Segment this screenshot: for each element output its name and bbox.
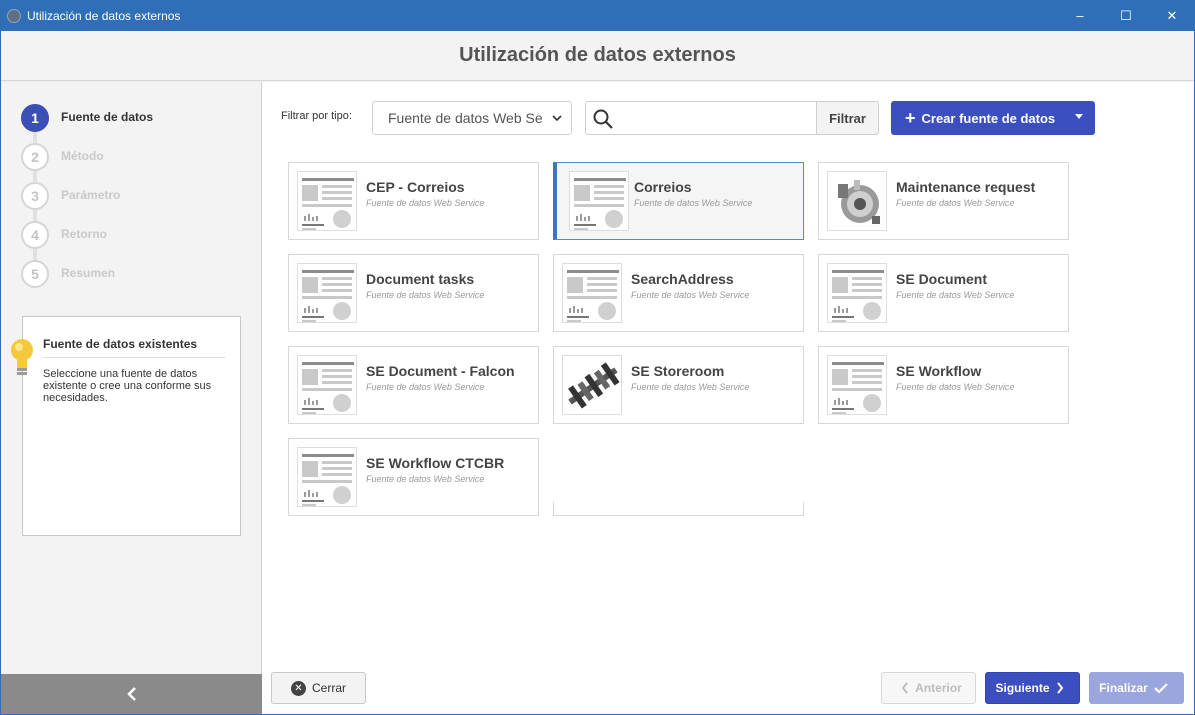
app-icon	[7, 8, 21, 23]
close-icon: ✕	[290, 680, 306, 696]
step-fuente-de-datos[interactable]: 1 Fuente de datos	[21, 104, 154, 144]
datasource-card[interactable]: SE Workflow CTCBR Fuente de datos Web Ser…	[288, 438, 539, 516]
crankshaft-image-icon	[562, 355, 622, 415]
step-parametro[interactable]: 3 Parámetro	[21, 182, 153, 222]
filter-type-label: Filtrar por tipo:	[281, 110, 352, 122]
filter-button[interactable]: Filtrar	[816, 101, 879, 135]
step-number: 4	[21, 221, 49, 249]
datasource-type: Fuente de datos Web Service	[366, 382, 485, 392]
chevron-left-icon	[901, 682, 908, 694]
filter-type-value: Fuente de datos Web Se	[388, 110, 543, 126]
plus-icon: +	[905, 108, 916, 128]
datasource-card[interactable]: Correios Fuente de datos Web Service	[553, 162, 804, 240]
datasource-card[interactable]: SE Workflow Fuente de datos Web Service	[818, 346, 1069, 424]
close-button[interactable]: ✕ Cerrar	[271, 672, 366, 704]
datasource-card[interactable]: Document tasks Fuente de datos Web Servic…	[288, 254, 539, 332]
step-label: Resumen	[61, 266, 116, 280]
search-input[interactable]	[620, 108, 810, 128]
datasource-type: Fuente de datos Web Service	[896, 290, 1015, 300]
datasource-type: Fuente de datos Web Service	[631, 382, 750, 392]
datasource-type: Fuente de datos Web Service	[896, 198, 1015, 208]
datasource-card[interactable]: SearchAddress Fuente de datos Web Service	[553, 254, 804, 332]
datasource-type: Fuente de datos Web Service	[896, 382, 1015, 392]
collapse-sidebar-button[interactable]	[1, 674, 262, 714]
datasource-name: Maintenance request	[896, 179, 1036, 195]
step-retorno[interactable]: 4 Retorno	[21, 221, 153, 261]
window-controls: – ☐ ✕	[1057, 0, 1195, 31]
chevron-right-icon	[1056, 682, 1063, 694]
next-label: Siguiente	[995, 681, 1050, 695]
create-datasource-button[interactable]: + Crear fuente de datos	[891, 101, 1095, 135]
create-datasource-label: Crear fuente de datos	[921, 110, 1056, 126]
finish-button[interactable]: Finalizar	[1089, 672, 1184, 704]
close-window-button[interactable]: ✕	[1149, 0, 1195, 31]
lightbulb-icon	[11, 339, 33, 375]
close-label: Cerrar	[311, 681, 346, 695]
window-title: Utilización de datos externos	[27, 8, 181, 23]
datasource-type: Fuente de datos Web Service	[366, 198, 485, 208]
document-thumbnail-icon	[562, 263, 622, 323]
datasource-card[interactable]: Maintenance request Fuente de datos Web S…	[818, 162, 1069, 240]
alternator-image-icon	[827, 171, 887, 231]
document-thumbnail-icon	[827, 355, 887, 415]
document-thumbnail-icon	[827, 263, 887, 323]
datasource-type: Fuente de datos Web Service	[366, 474, 485, 484]
datasource-name: SE Workflow	[896, 363, 982, 379]
title-bar: Utilización de datos externos – ☐ ✕	[0, 0, 1195, 31]
datasource-name: SE Workflow CTCBR	[366, 455, 505, 471]
step-label: Retorno	[61, 227, 107, 241]
datasource-card[interactable]: SE Document - Falcon Fuente de datos Web …	[288, 346, 539, 424]
document-thumbnail-icon	[297, 355, 357, 415]
datasource-type: Fuente de datos Web Service	[366, 290, 485, 300]
wizard-sidebar: 1 Fuente de datos 2 Método 3 Parámetro 4…	[1, 82, 262, 714]
previous-label: Anterior	[915, 681, 962, 695]
datasource-type: Fuente de datos Web Service	[634, 198, 753, 208]
datasource-card[interactable]: CEP - Correios Fuente de datos Web Servic…	[288, 162, 539, 240]
datasource-name: SE Document - Falcon	[366, 363, 515, 379]
search-icon	[593, 109, 613, 129]
datasource-card[interactable]: SE Document Fuente de datos Web Service	[818, 254, 1069, 332]
step-label: Fuente de datos	[61, 110, 154, 124]
filter-type-select[interactable]: Fuente de datos Web Se	[372, 101, 572, 135]
maximize-button[interactable]: ☐	[1103, 0, 1149, 31]
step-metodo[interactable]: 2 Método	[21, 143, 153, 183]
wizard-header: Utilización de datos externos	[1, 31, 1194, 81]
caret-down-icon	[1075, 114, 1083, 119]
step-number: 3	[21, 182, 49, 210]
main-panel: Filtrar por tipo: Fuente de datos Web Se…	[263, 82, 1194, 714]
datasource-card[interactable]: SE Storeroom Fuente de datos Web Service	[553, 346, 804, 424]
datasource-name: SearchAddress	[631, 271, 734, 287]
chevron-down-icon	[552, 115, 562, 122]
help-box: Fuente de datos existentes Seleccione un…	[11, 316, 241, 536]
document-thumbnail-icon	[297, 263, 357, 323]
search-box[interactable]	[585, 101, 816, 135]
check-icon	[1154, 683, 1168, 694]
step-label: Parámetro	[61, 188, 121, 202]
step-label: Método	[61, 149, 104, 163]
step-list: 1 Fuente de datos 2 Método 3 Parámetro 4…	[21, 104, 153, 299]
finish-label: Finalizar	[1099, 681, 1148, 695]
datasource-type: Fuente de datos Web Service	[631, 290, 750, 300]
datasource-name: Document tasks	[366, 271, 475, 287]
datasource-name: SE Storeroom	[631, 363, 725, 379]
next-button[interactable]: Siguiente	[985, 672, 1080, 704]
datasource-name: CEP - Correios	[366, 179, 465, 195]
document-thumbnail-icon	[297, 447, 357, 507]
help-text: Seleccione una fuente de datos existente…	[43, 368, 212, 404]
step-resumen[interactable]: 5 Resumen	[21, 260, 153, 299]
minimize-button[interactable]: –	[1057, 0, 1103, 31]
step-number: 5	[21, 260, 49, 288]
step-number: 1	[21, 104, 49, 132]
help-title: Fuente de datos existentes	[43, 337, 225, 358]
datasource-name: Correios	[634, 179, 692, 195]
document-thumbnail-icon	[569, 171, 629, 231]
previous-button[interactable]: Anterior	[881, 672, 976, 704]
document-thumbnail-icon	[297, 171, 357, 231]
page-title: Utilización de datos externos	[459, 44, 736, 66]
datasource-card-partial	[553, 502, 804, 516]
chevron-left-icon	[126, 687, 136, 701]
step-number: 2	[21, 143, 49, 171]
datasource-name: SE Document	[896, 271, 988, 287]
